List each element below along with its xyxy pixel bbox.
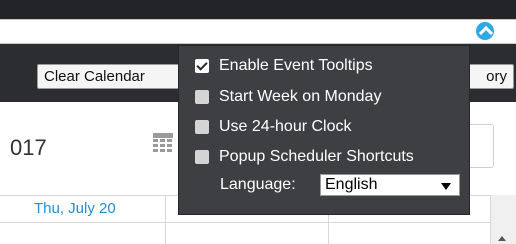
close-icon[interactable]: [448, 22, 466, 40]
menu-item-label: Use 24-hour Clock: [219, 118, 352, 135]
menu-item-label: Popup Scheduler Shortcuts: [219, 148, 414, 165]
checkbox-unchecked-icon[interactable]: [195, 150, 209, 164]
menu-item-24-hour-clock[interactable]: Use 24-hour Clock: [195, 117, 352, 137]
language-value: English: [325, 176, 378, 193]
chevron-up-circle-icon[interactable]: [474, 20, 496, 42]
menu-item-label: Start Week on Monday: [219, 88, 382, 105]
app-window: Clear Calendar ory 017 Thu, July 20 Enab…: [0, 0, 516, 244]
top-input-strip[interactable]: [0, 19, 516, 44]
language-label: Language:: [220, 176, 296, 193]
menu-item-label: Enable Event Tooltips: [219, 57, 373, 74]
menu-item-event-tooltips[interactable]: Enable Event Tooltips: [195, 56, 373, 76]
language-select[interactable]: English: [320, 174, 460, 196]
dropdown-caret-icon: [441, 183, 451, 190]
scroll-up-arrow-icon[interactable]: [498, 236, 506, 241]
menu-item-popup-shortcuts[interactable]: Popup Scheduler Shortcuts: [195, 147, 414, 167]
date-range-title: 017: [10, 135, 47, 160]
checkbox-unchecked-icon[interactable]: [195, 90, 209, 104]
checkbox-unchecked-icon[interactable]: [195, 120, 209, 134]
calendar-icon[interactable]: [153, 133, 173, 153]
day-header[interactable]: Thu, July 20: [34, 200, 116, 217]
clear-calendar-button[interactable]: Clear Calendar: [37, 64, 197, 89]
menu-item-week-monday[interactable]: Start Week on Monday: [195, 87, 381, 107]
column-divider: [165, 195, 166, 244]
checkbox-checked-icon[interactable]: [195, 59, 209, 73]
